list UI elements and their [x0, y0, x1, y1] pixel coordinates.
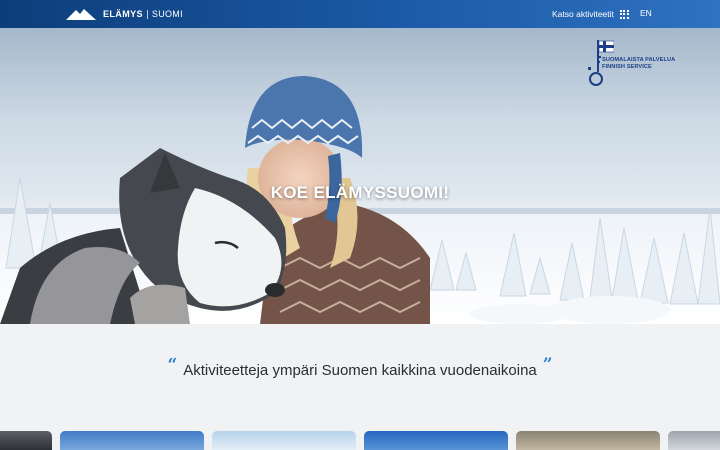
- logo-divider: [146, 9, 148, 19]
- logo-brand-text: ELÄMYS: [103, 9, 143, 19]
- site-logo[interactable]: ELÄMYS SUOMI: [66, 7, 183, 21]
- activity-card[interactable]: [0, 431, 52, 450]
- badge-text-finnish: SUOMALAISTA PALVELUA: [602, 57, 676, 63]
- close-quote-icon: ”: [542, 355, 553, 375]
- hero-title: KOE ELÄMYSSUOMI!: [270, 183, 450, 202]
- activity-card[interactable]: [668, 431, 720, 450]
- activity-cards-row: [0, 431, 720, 450]
- key-flag-icon: [588, 40, 614, 86]
- badge-text-english: FINNISH SERVICE: [602, 64, 652, 70]
- grid-menu-icon: [619, 9, 629, 19]
- hero-banner: KOE ELÄMYSSUOMI! SUOMALAISTA PALVELUA FI…: [0, 28, 720, 324]
- tagline-text: Aktiviteetteja ympäri Suomen kaikkina vu…: [183, 362, 537, 379]
- activity-card[interactable]: [212, 431, 356, 450]
- activity-card[interactable]: [364, 431, 508, 450]
- view-activities-link[interactable]: Katso aktiviteetit: [552, 8, 629, 20]
- view-activities-label: Katso aktiviteetit: [552, 9, 614, 19]
- tagline-section: “ Aktiviteetteja ympäri Suomen kaikkina v…: [0, 355, 720, 380]
- activity-card[interactable]: [60, 431, 204, 450]
- open-quote-icon: “: [167, 355, 178, 375]
- activity-card[interactable]: [516, 431, 660, 450]
- language-switch-link[interactable]: EN: [640, 8, 652, 18]
- finnish-service-badge: SUOMALAISTA PALVELUA FINNISH SERVICE: [584, 38, 675, 88]
- top-navigation-bar: ELÄMYS SUOMI Katso aktiviteetit EN: [0, 0, 720, 28]
- logo-subtitle-text: SUOMI: [151, 9, 183, 19]
- mountain-logo-icon: [66, 9, 96, 20]
